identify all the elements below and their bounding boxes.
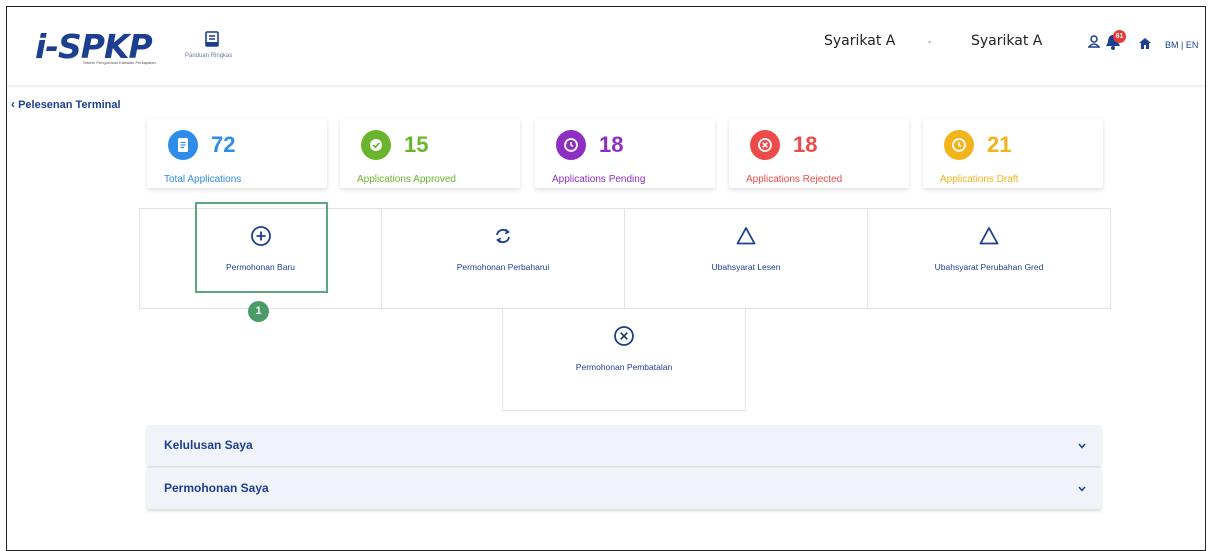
stat-value: 15 [404, 132, 429, 157]
stat-card-rejected[interactable]: 18 Applications Rejected [729, 118, 909, 188]
chevron-down-icon [1078, 443, 1086, 449]
language-switch[interactable]: BM | EN [1165, 40, 1198, 50]
check-icon [361, 130, 391, 160]
company-dropdown-caret[interactable]: - [928, 37, 931, 48]
refresh-icon [496, 228, 510, 244]
action-label: Permohonan Pembatalan [575, 362, 673, 372]
home-icon[interactable] [1139, 38, 1151, 49]
x-circle-icon [614, 326, 634, 346]
chevron-down-icon [1078, 486, 1086, 492]
step-highlight-box [195, 202, 328, 293]
notification-badge: 61 [1113, 30, 1126, 43]
stat-value: 21 [987, 132, 1012, 157]
stat-value: 18 [599, 132, 624, 157]
history-icon [556, 130, 586, 160]
stat-card-draft[interactable]: 21 Applications Draft [923, 118, 1103, 188]
x-circle-icon [750, 130, 780, 160]
chevron-left-icon: ‹ [11, 97, 15, 111]
action-grade-amendment[interactable]: Ubahsyarat Perubahan Gred [867, 208, 1111, 309]
accordion-my-applications[interactable]: Permohonan Saya [147, 468, 1101, 509]
action-cancellation[interactable]: Permohonan Pembatalan [502, 308, 746, 411]
action-license-amendment[interactable]: Ubahsyarat Lesen [624, 208, 868, 309]
accordion-label: Permohonan Saya [164, 481, 269, 495]
stat-card-pending[interactable]: 18 Applications Pending [535, 118, 715, 188]
stat-value: 72 [211, 132, 236, 157]
stat-label: Applications Rejected [746, 174, 843, 185]
clipboard-icon [168, 130, 198, 160]
stat-card-total[interactable]: 72 Total Applications [147, 118, 327, 188]
stat-label: Applications Draft [940, 174, 1019, 185]
triangle-icon [736, 227, 756, 245]
company-name: Syarikat A [971, 33, 1043, 49]
app-frame: i-SPKP Sistem Pengurusan Kawalan Perkapa… [6, 6, 1206, 551]
company-selector[interactable]: Syarikat A [824, 33, 895, 49]
accordion-label: Kelulusan Saya [164, 438, 253, 452]
stat-label: Total Applications [164, 174, 242, 185]
action-label: Permohonan Perbaharui [456, 262, 550, 272]
action-renew-application[interactable]: Permohonan Perbaharui [381, 208, 625, 309]
accordion-my-approvals[interactable]: Kelulusan Saya [147, 425, 1101, 466]
step-marker: 1 [248, 301, 269, 322]
user-icon[interactable] [1088, 35, 1100, 48]
stat-value: 18 [793, 132, 818, 157]
book-icon [205, 31, 219, 47]
action-label: Ubahsyarat Lesen [711, 262, 781, 272]
back-breadcrumb[interactable]: ‹ Pelesenan Terminal [11, 97, 121, 111]
stat-label: Applications Pending [552, 174, 646, 185]
stat-card-approved[interactable]: 15 Applications Approved [340, 118, 520, 188]
quick-guide-label: Panduan Ringkas [185, 53, 233, 59]
stat-label: Applications Approved [357, 174, 456, 185]
action-label: Ubahsyarat Perubahan Gred [934, 262, 1044, 272]
logo-subtitle: Sistem Pengurusan Kawalan Perkapalan [83, 60, 156, 65]
app-logo[interactable]: i-SPKP Sistem Pengurusan Kawalan Perkapa… [35, 25, 185, 66]
draft-icon [944, 130, 974, 160]
top-header: i-SPKP Sistem Pengurusan Kawalan Perkapa… [7, 7, 1205, 85]
triangle-icon [979, 227, 999, 245]
breadcrumb-label: Pelesenan Terminal [18, 99, 121, 111]
notification-button[interactable]: 61 [1105, 30, 1129, 52]
